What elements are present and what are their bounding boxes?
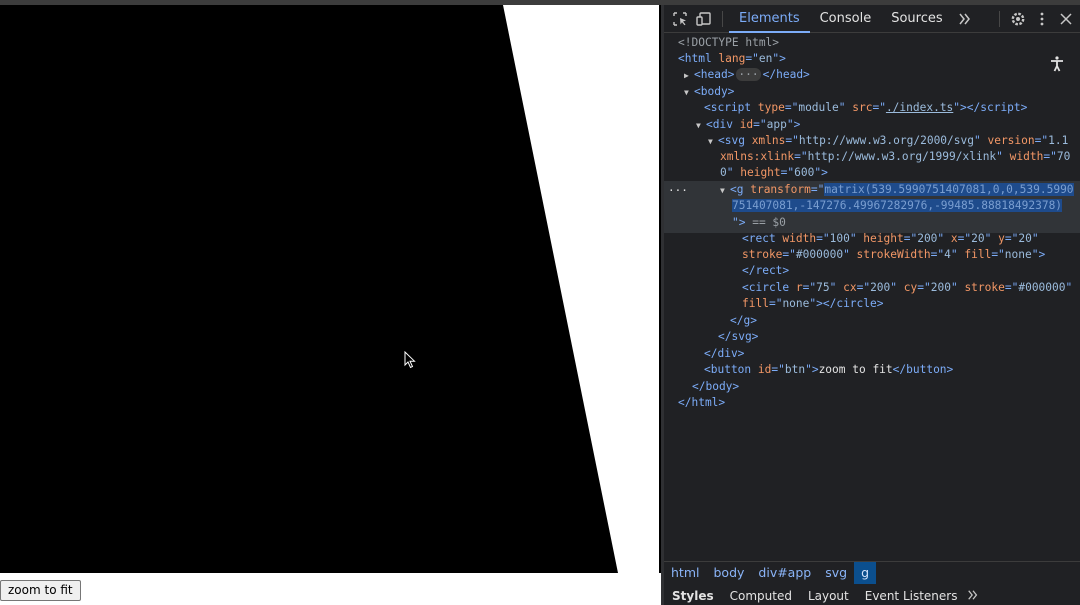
breadcrumb-body[interactable]: body xyxy=(706,562,751,584)
tab-elements[interactable]: Elements xyxy=(729,5,810,33)
subtab-computed[interactable]: Computed xyxy=(722,585,800,605)
dom-line-div-app[interactable]: ▼ <div id="app"> xyxy=(696,117,800,134)
zoomed-rect-stroke xyxy=(0,5,618,573)
dom-line-button[interactable]: <button id="btn">zoom to fit</button> xyxy=(704,362,953,378)
more-subtabs-icon[interactable] xyxy=(965,585,981,605)
page-viewport: zoom to fit xyxy=(0,5,661,605)
dom-line-doctype[interactable]: <!DOCTYPE html> xyxy=(678,35,779,51)
elements-dom-tree: ··· <!DOCTYPE html> <html lang="en"> ▶ <h… xyxy=(664,33,1080,561)
dom-line-g-close[interactable]: </g> xyxy=(730,313,757,329)
tab-sources[interactable]: Sources xyxy=(881,5,952,33)
dom-line-svg-1[interactable]: ▼ <svg xmlns="http://www.w3.org/2000/svg"… xyxy=(708,133,1068,150)
expand-triangle-icon[interactable]: ▶ xyxy=(684,68,694,84)
dom-line-html[interactable]: <html lang="en"> xyxy=(678,51,786,67)
breadcrumb-svg[interactable]: svg xyxy=(818,562,854,584)
dom-line-circle-1[interactable]: <circle r="75" cx="200" cy="200" stroke=… xyxy=(742,280,1072,296)
subtab-layout[interactable]: Layout xyxy=(800,585,857,605)
dom-line-g-selected[interactable]: ▼ <g transform="matrix(539.5990751407081,… xyxy=(720,182,1074,199)
dom-line-head[interactable]: ▶ <head> ··· </head> xyxy=(684,67,810,84)
dom-line-rect-1[interactable]: <rect width="100" height="200" x="20" y=… xyxy=(742,231,1039,247)
dom-line-script[interactable]: <script type="module" src="./index.ts"><… xyxy=(704,100,1027,116)
dom-line-g-close-bracket[interactable]: "> == $0 xyxy=(732,215,786,231)
zoom-to-fit-button[interactable]: zoom to fit xyxy=(0,580,81,601)
device-toolbar-icon[interactable] xyxy=(692,7,716,31)
dom-line-g-transform-cont[interactable]: 751407081,-147276.49967282976,-99485.888… xyxy=(732,198,1063,214)
settings-icon[interactable] xyxy=(1006,7,1030,31)
dom-line-svg-2[interactable]: xmlns:xlink="http://www.w3.org/1999/xlin… xyxy=(720,149,1070,165)
mouse-cursor-icon xyxy=(404,351,416,369)
dom-line-rect-2[interactable]: stroke="#000000" strokeWidth="4" fill="n… xyxy=(742,247,1045,263)
dom-line-rect-close[interactable]: </rect> xyxy=(742,263,789,279)
dom-line-circle-2[interactable]: fill="none"></circle> xyxy=(742,296,883,312)
more-tabs-icon[interactable] xyxy=(953,7,977,31)
devtools-panel: Elements Console Sources ··· <!DOCTYPE h… xyxy=(661,5,1080,605)
collapse-triangle-icon[interactable]: ▼ xyxy=(708,134,718,150)
tab-console[interactable]: Console xyxy=(810,5,882,33)
styles-subtabs: Styles Computed Layout Event Listeners xyxy=(664,585,1080,605)
close-icon[interactable] xyxy=(1054,7,1078,31)
dom-line-div-close[interactable]: </div> xyxy=(704,346,744,362)
devtools-toolbar: Elements Console Sources xyxy=(664,5,1080,33)
breadcrumb-html[interactable]: html xyxy=(664,562,706,584)
collapse-triangle-icon[interactable]: ▼ xyxy=(696,118,706,134)
dom-line-html-close[interactable]: </html> xyxy=(678,395,725,411)
breadcrumb-div-app[interactable]: div#app xyxy=(751,562,818,584)
subtab-styles[interactable]: Styles xyxy=(664,585,722,605)
toolbar-separator xyxy=(722,10,723,27)
toolbar-separator-2 xyxy=(999,10,1000,27)
breadcrumb: html body div#app svg g xyxy=(664,561,1080,584)
dom-line-body[interactable]: ▼ <body> xyxy=(684,84,734,101)
dom-line-body-close[interactable]: </body> xyxy=(692,379,739,395)
collapse-triangle-icon[interactable]: ▼ xyxy=(720,183,730,199)
breadcrumb-g[interactable]: g xyxy=(854,561,877,584)
rendered-svg-canvas xyxy=(0,5,618,573)
node-actions-ellipsis[interactable]: ··· xyxy=(668,183,688,199)
dom-line-svg-3[interactable]: 0" height="600"> xyxy=(720,165,828,181)
dom-line-svg-close[interactable]: </svg> xyxy=(718,329,758,345)
accessibility-icon[interactable] xyxy=(1044,51,1070,77)
subtab-event-listeners[interactable]: Event Listeners xyxy=(857,585,966,605)
kebab-menu-icon[interactable] xyxy=(1030,7,1054,31)
inspect-element-icon[interactable] xyxy=(668,7,692,31)
collapse-triangle-icon[interactable]: ▼ xyxy=(684,85,694,101)
